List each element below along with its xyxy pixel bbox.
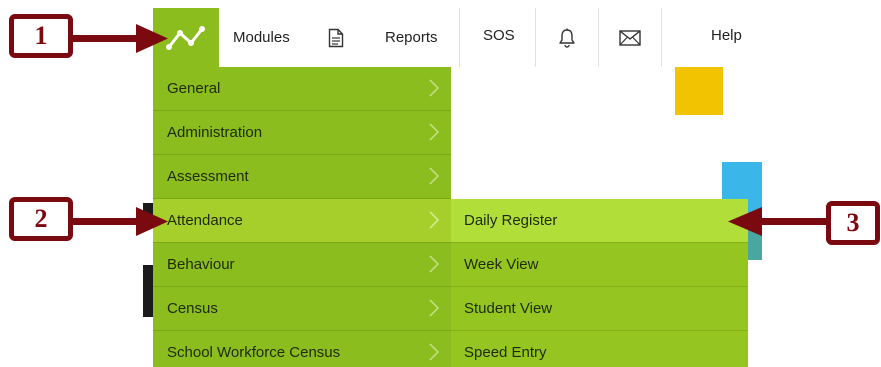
callout-arrow-3 — [728, 207, 832, 236]
callout-number-1: 1 — [9, 14, 73, 58]
callout-number-text: 1 — [34, 21, 48, 50]
callout-number-text: 3 — [846, 208, 860, 237]
callout-arrow-1 — [72, 24, 168, 53]
callout-number-2: 2 — [9, 197, 73, 241]
annotation-arrows — [72, 24, 832, 236]
callout-number-text: 2 — [34, 204, 48, 233]
callout-arrow-2 — [72, 207, 168, 236]
callout-number-3: 3 — [826, 201, 880, 245]
